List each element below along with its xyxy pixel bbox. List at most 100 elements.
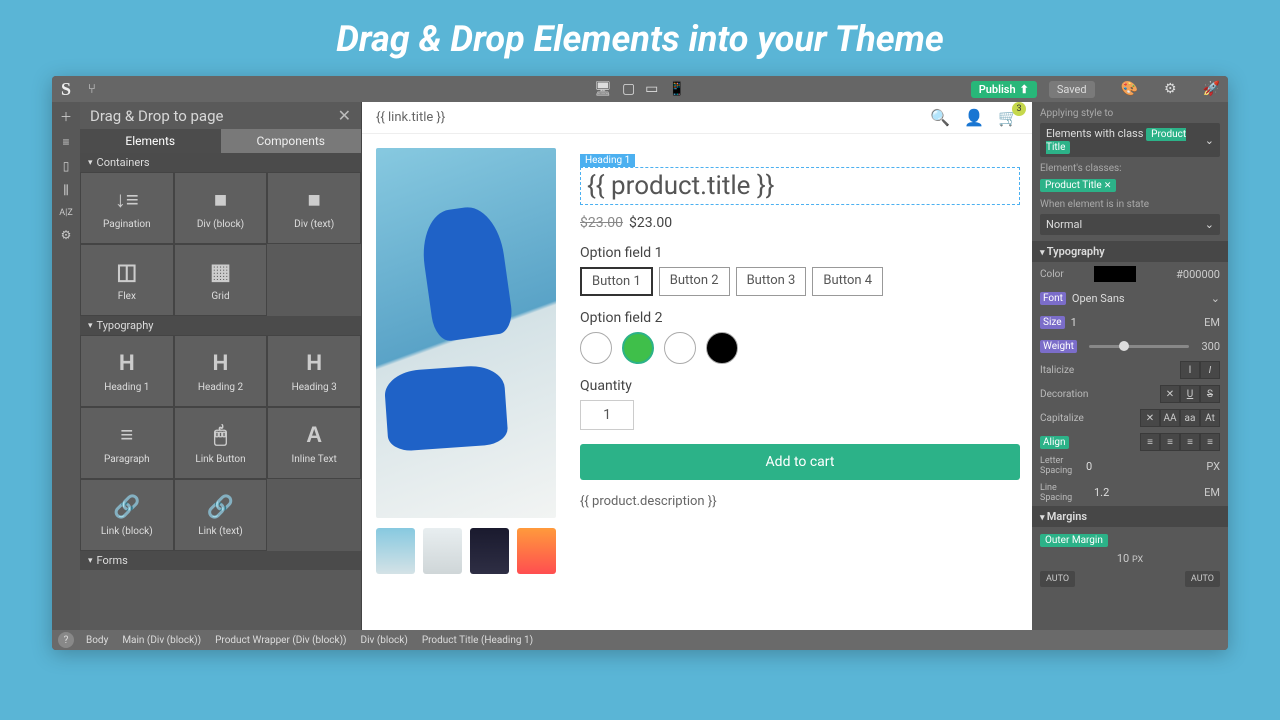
canvas[interactable]: {{ link.title }} 🔍 👤 🛒	[362, 102, 1032, 630]
breadcrumb-item[interactable]: Main (Div (block))	[122, 635, 201, 646]
chevron-down-icon: ⌄	[1205, 218, 1214, 231]
typography-header[interactable]: Typography	[1032, 241, 1228, 262]
weight-slider[interactable]	[1089, 345, 1190, 348]
font-select[interactable]: Open Sans	[1072, 292, 1205, 305]
margin-auto-right[interactable]: AUTO	[1185, 571, 1220, 587]
breadcrumb-item[interactable]: Product Title (Heading 1)	[422, 635, 533, 646]
deco-underline[interactable]: U	[1180, 385, 1200, 403]
app-logo[interactable]: S	[52, 79, 80, 100]
chevron-down-icon: ⌄	[1205, 134, 1214, 147]
rocket-icon[interactable]: 🚀	[1203, 81, 1220, 97]
state-selector[interactable]: Normal⌄	[1040, 214, 1220, 235]
gear-icon[interactable]: ⚙	[1164, 81, 1177, 97]
deco-none[interactable]: ✕	[1160, 385, 1180, 403]
el-paragraph[interactable]: ≡Paragraph	[80, 407, 174, 479]
el-div-block[interactable]: ■Div (block)	[174, 172, 268, 244]
quantity-input[interactable]	[580, 400, 634, 430]
breadcrumb-item[interactable]: Product Wrapper (Div (block))	[215, 635, 346, 646]
italic-off[interactable]: I	[1180, 361, 1200, 379]
el-inline-text[interactable]: AInline Text	[267, 407, 361, 479]
el-grid[interactable]: ▦Grid	[174, 244, 268, 316]
el-pagination[interactable]: ↓≡Pagination	[80, 172, 174, 244]
close-icon[interactable]: ✕	[338, 106, 351, 125]
color-swatch[interactable]	[706, 332, 738, 364]
tree-icon[interactable]: ⑂	[80, 82, 104, 97]
italic-on[interactable]: I	[1200, 361, 1220, 379]
breadcrumb-item[interactable]: Body	[86, 635, 108, 646]
letter-spacing-input[interactable]: 0	[1086, 460, 1200, 473]
cap-option[interactable]: AA	[1160, 409, 1180, 427]
section-forms[interactable]: Forms	[80, 551, 361, 570]
el-link-text[interactable]: 🔗Link (text)	[174, 479, 268, 551]
line-spacing-input[interactable]: 1.2	[1094, 486, 1198, 499]
search-icon[interactable]: 🔍	[930, 108, 950, 127]
user-icon[interactable]: 👤	[964, 108, 984, 127]
option-button[interactable]: Button 1	[580, 267, 653, 296]
thumbnail[interactable]	[423, 528, 462, 574]
option-button[interactable]: Button 3	[736, 267, 807, 296]
option-button[interactable]: Button 2	[659, 267, 730, 296]
tablet-icon[interactable]: ▢	[622, 81, 635, 97]
margin-top-input[interactable]: 10	[1117, 552, 1129, 565]
product-title[interactable]: {{ product.title }}	[580, 167, 1020, 205]
deco-strike[interactable]: S	[1200, 385, 1220, 403]
element-tag: Heading 1	[580, 154, 635, 167]
outer-margin-tag[interactable]: Outer Margin	[1040, 534, 1108, 547]
el-link-block[interactable]: 🔗Link (block)	[80, 479, 174, 551]
prop-italicize: Italicize II	[1032, 358, 1228, 382]
el-flex[interactable]: ◫Flex	[80, 244, 174, 316]
breadcrumb-item[interactable]: Div (block)	[361, 635, 408, 646]
tab-components[interactable]: Components	[221, 129, 362, 153]
el-link-button[interactable]: 🖱Link Button	[174, 407, 268, 479]
el-heading1[interactable]: HHeading 1	[80, 335, 174, 407]
desktop-icon[interactable]: 🖥	[594, 81, 612, 97]
help-icon[interactable]: ?	[58, 632, 74, 648]
option-button[interactable]: Button 4	[812, 267, 883, 296]
product-image[interactable]	[376, 148, 556, 518]
landscape-icon[interactable]: ▭	[645, 81, 658, 97]
thumbnail[interactable]	[470, 528, 509, 574]
columns-icon[interactable]: ⫼	[63, 183, 69, 198]
align-right[interactable]: ≡	[1180, 433, 1200, 451]
align-left[interactable]: ≡	[1140, 433, 1160, 451]
margins-header[interactable]: Margins	[1032, 506, 1228, 527]
translate-icon[interactable]: A|Z	[59, 208, 72, 218]
classes-label: Element's classes:	[1040, 163, 1220, 174]
align-justify[interactable]: ≡	[1200, 433, 1220, 451]
thumbnail[interactable]	[376, 528, 415, 574]
color-swatch[interactable]	[622, 332, 654, 364]
el-heading2[interactable]: HHeading 2	[174, 335, 268, 407]
page-icon[interactable]: ▯	[63, 159, 70, 173]
el-heading3[interactable]: HHeading 3	[267, 335, 361, 407]
color-swatch[interactable]	[1094, 266, 1136, 282]
color-swatch[interactable]	[580, 332, 612, 364]
cap-option[interactable]: At	[1200, 409, 1220, 427]
cart-icon[interactable]: 🛒	[998, 108, 1018, 127]
mobile-icon[interactable]: 📱	[668, 81, 685, 97]
thumbnail[interactable]	[517, 528, 556, 574]
device-switcher: 🖥 ▢ ▭ 📱	[594, 81, 686, 97]
h-icon: H	[213, 350, 229, 376]
align-center[interactable]: ≡	[1160, 433, 1180, 451]
menu-icon[interactable]: ≡	[62, 135, 69, 149]
tab-elements[interactable]: Elements	[80, 129, 221, 153]
publish-button[interactable]: Publish⬆	[971, 81, 1037, 98]
section-typography[interactable]: Typography	[80, 316, 361, 335]
el-div-text[interactable]: ■Div (text)	[267, 172, 361, 244]
prop-weight: Weight 300	[1032, 334, 1228, 358]
add-to-cart-button[interactable]: Add to cart	[580, 444, 1020, 480]
size-input[interactable]: 1	[1071, 316, 1199, 329]
class-tag[interactable]: Product Title	[1040, 179, 1116, 192]
cap-none[interactable]: ✕	[1140, 409, 1160, 427]
add-icon[interactable]: ＋	[60, 108, 72, 125]
product-description: {{ product.description }}	[580, 494, 1020, 509]
section-containers[interactable]: Containers	[80, 153, 361, 172]
color-swatch[interactable]	[664, 332, 696, 364]
class-selector[interactable]: Elements with class Product Title ⌄	[1040, 123, 1220, 157]
nav-link[interactable]: {{ link.title }}	[376, 110, 445, 125]
link-icon: 🔗	[113, 494, 140, 520]
cap-option[interactable]: aa	[1180, 409, 1200, 427]
settings-icon[interactable]: ⚙	[61, 228, 72, 242]
margin-auto-left[interactable]: AUTO	[1040, 571, 1075, 587]
palette-icon[interactable]: 🎨	[1121, 81, 1138, 97]
